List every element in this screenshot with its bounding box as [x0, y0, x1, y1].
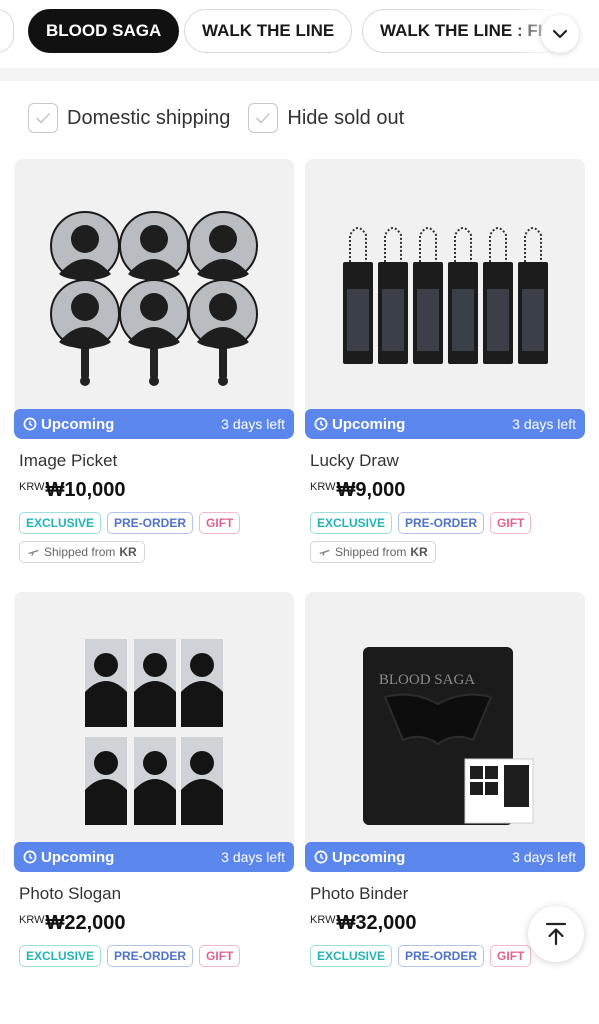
status-bar: Upcoming 3 days left — [305, 842, 585, 872]
image-picket-illustration — [50, 211, 258, 386]
price-amount: ₩22,000 — [45, 912, 126, 934]
product-name[interactable]: Lucky Draw — [310, 451, 585, 471]
filter-hide-sold-out[interactable]: Hide sold out — [248, 103, 404, 133]
clock-icon — [23, 850, 37, 864]
product-image[interactable]: BLOOD SAGA Upcoming 3 days left — [305, 592, 585, 872]
product-price: KRW ₩22,000 — [19, 912, 294, 935]
tag-exclusive: EXCLUSIVE — [310, 512, 393, 534]
filter-row: Domestic shipping Hide sold out — [28, 103, 404, 133]
chevron-down-icon[interactable] — [541, 15, 579, 53]
tag-gift: GIFT — [490, 512, 532, 534]
category-chip-bar: BLOOD SAGA WALK THE LINE WALK THE LINE :… — [0, 0, 599, 66]
photo-binder-illustration: BLOOD SAGA — [363, 647, 534, 825]
tag-row: EXCLUSIVE PRE-ORDER GIFT — [19, 512, 294, 534]
clock-icon — [314, 417, 328, 431]
product-card-lucky-draw[interactable]: Upcoming 3 days left Lucky Draw KRW ₩9,0… — [305, 159, 585, 563]
clock-icon — [314, 850, 328, 864]
arrow-up-icon — [545, 922, 567, 946]
currency-code: KRW — [310, 481, 336, 493]
shipping-badge: Shipped from KR — [310, 541, 436, 563]
filter-domestic-shipping[interactable]: Domestic shipping — [28, 103, 230, 133]
price-amount: ₩10,000 — [45, 479, 126, 501]
time-left: 3 days left — [221, 849, 285, 865]
tag-gift: GIFT — [199, 512, 241, 534]
shipping-prefix: Shipped from — [44, 545, 116, 559]
currency-code: KRW — [310, 914, 336, 926]
checkbox-icon[interactable] — [28, 103, 58, 133]
category-chip-walk-the-line[interactable]: WALK THE LINE — [184, 9, 353, 53]
price-amount: ₩32,000 — [336, 912, 417, 934]
tag-pre-order: PRE-ORDER — [107, 945, 194, 967]
status-bar: Upcoming 3 days left — [14, 409, 294, 439]
status-bar: Upcoming 3 days left — [305, 409, 585, 439]
product-image[interactable]: Upcoming 3 days left — [14, 592, 294, 872]
product-name[interactable]: Photo Slogan — [19, 884, 294, 904]
status-label: Upcoming — [41, 848, 115, 866]
product-name[interactable]: Image Picket — [19, 451, 294, 471]
tag-pre-order: PRE-ORDER — [398, 945, 485, 967]
tag-pre-order: PRE-ORDER — [107, 512, 194, 534]
time-left: 3 days left — [512, 849, 576, 865]
tag-row: EXCLUSIVE PRE-ORDER GIFT — [310, 512, 585, 534]
product-card-photo-slogan[interactable]: Upcoming 3 days left Photo Slogan KRW ₩2… — [14, 592, 294, 967]
time-left: 3 days left — [512, 416, 576, 432]
product-card-image-picket[interactable]: Upcoming 3 days left Image Picket KRW ₩1… — [14, 159, 294, 563]
shipping-badge: Shipped from KR — [19, 541, 145, 563]
category-chip-blood-saga[interactable]: BLOOD SAGA — [28, 9, 180, 53]
checkbox-icon[interactable] — [248, 103, 279, 133]
tag-row: EXCLUSIVE PRE-ORDER GIFT — [19, 945, 294, 967]
tag-gift: GIFT — [490, 945, 532, 967]
shipping-prefix: Shipped from — [335, 545, 407, 559]
product-price: KRW ₩10,000 — [19, 479, 294, 502]
currency-code: KRW — [19, 914, 45, 926]
lucky-draw-keyrings-illustration — [343, 227, 548, 364]
tag-exclusive: EXCLUSIVE — [19, 512, 102, 534]
filter-label: Domestic shipping — [67, 106, 231, 129]
currency-code: KRW — [19, 481, 45, 493]
time-left: 3 days left — [221, 416, 285, 432]
clock-icon — [23, 417, 37, 431]
status-label: Upcoming — [41, 415, 115, 433]
tag-pre-order: PRE-ORDER — [398, 512, 485, 534]
scroll-to-top-button[interactable] — [528, 906, 584, 962]
shipping-country: KR — [119, 545, 137, 559]
filter-label: Hide sold out — [287, 106, 405, 129]
price-amount: ₩9,000 — [336, 479, 406, 501]
status-label: Upcoming — [332, 415, 406, 433]
photo-slogan-illustration — [85, 639, 223, 825]
product-name[interactable]: Photo Binder — [310, 884, 585, 904]
airplane-icon — [319, 549, 330, 556]
product-image[interactable]: Upcoming 3 days left — [14, 159, 294, 439]
section-divider — [0, 68, 599, 81]
tag-exclusive: EXCLUSIVE — [310, 945, 393, 967]
category-chip-partial[interactable] — [0, 9, 14, 53]
product-image[interactable]: Upcoming 3 days left — [305, 159, 585, 439]
airplane-icon — [28, 549, 39, 556]
status-label: Upcoming — [332, 848, 406, 866]
status-bar: Upcoming 3 days left — [14, 842, 294, 872]
product-price: KRW ₩9,000 — [310, 479, 585, 502]
binder-cover-text: BLOOD SAGA — [379, 672, 475, 688]
shipping-country: KR — [410, 545, 428, 559]
tag-gift: GIFT — [199, 945, 241, 967]
tag-exclusive: EXCLUSIVE — [19, 945, 102, 967]
